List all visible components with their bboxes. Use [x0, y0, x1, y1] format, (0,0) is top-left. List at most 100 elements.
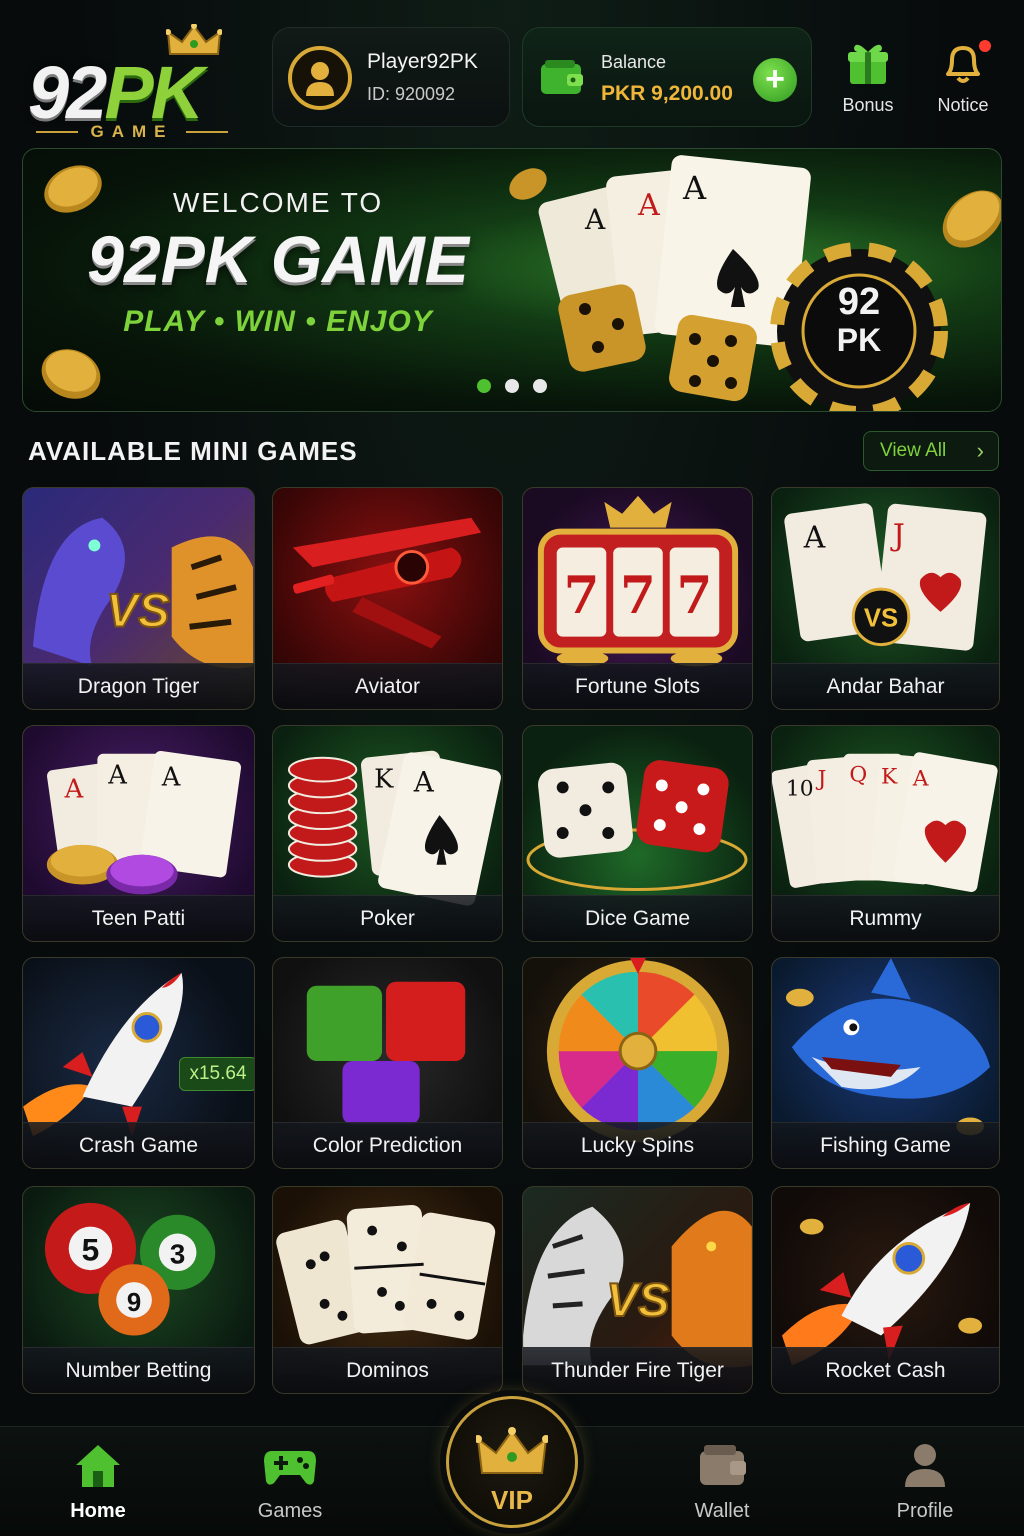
game-title: Number Betting [23, 1347, 254, 1393]
app-root: 92PK GAME Player92PK ID: 920092 Balance … [0, 0, 1024, 1536]
svg-text:5: 5 [82, 1231, 100, 1267]
svg-text:3: 3 [170, 1238, 185, 1269]
app-logo[interactable]: 92PK GAME [22, 24, 252, 142]
logo-subtitle: GAME [22, 122, 242, 142]
game-title: Fortune Slots [523, 663, 752, 709]
notice-button[interactable]: Notice [918, 40, 1008, 116]
svg-text:K: K [881, 764, 898, 789]
view-all-label: View All [880, 440, 947, 461]
game-title: Rocket Cash [772, 1347, 999, 1393]
nav-item-home[interactable]: Home [43, 1441, 153, 1523]
player-card[interactable]: Player92PK ID: 920092 [272, 27, 510, 127]
svg-text:A: A [584, 203, 606, 236]
svg-text:A: A [107, 760, 127, 790]
svg-text:A: A [803, 520, 826, 555]
notice-label: Notice [937, 95, 989, 115]
game-title: Poker [273, 895, 502, 941]
bonus-label: Bonus [842, 95, 894, 115]
game-card-dominos[interactable]: Dominos [272, 1186, 503, 1394]
crown-icon [476, 1427, 548, 1474]
nav-label: Games [257, 1500, 323, 1522]
carousel-dot[interactable] [533, 379, 547, 393]
svg-text:A: A [912, 766, 929, 791]
gift-icon [848, 44, 888, 84]
carousel-dots [477, 379, 547, 393]
gamepad-icon [264, 1451, 316, 1485]
svg-text:A: A [682, 169, 707, 207]
game-card-rocket-cash[interactable]: Rocket Cash [771, 1186, 1000, 1394]
user-icon [306, 62, 334, 96]
add-funds-button[interactable]: + [753, 58, 797, 102]
balance-label: Balance [601, 52, 667, 72]
promo-banner[interactable]: WELCOME TO 92PK GAME PLAY • WIN • ENJOY … [22, 148, 1002, 412]
game-card-fortune-slots[interactable]: 7 7 7 Fortune Slots [522, 487, 753, 710]
svg-text:7: 7 [620, 566, 656, 626]
game-title: Color Prediction [273, 1122, 502, 1168]
svg-text:A: A [637, 188, 660, 223]
chip-text-top: 92 [838, 281, 880, 323]
svg-text:A: A [161, 762, 181, 792]
multiplier-badge: x15.64 [179, 1057, 254, 1091]
game-title: Crash Game [23, 1122, 254, 1168]
game-card-number-betting[interactable]: 5 3 9 Number Betting [22, 1186, 255, 1394]
player-name: Player92PK [367, 50, 478, 73]
wallet-icon [700, 1445, 746, 1485]
bonus-button[interactable]: Bonus [823, 40, 913, 116]
avatar [288, 46, 352, 110]
game-card-poker[interactable]: K A Poker [272, 725, 503, 942]
nav-item-profile[interactable]: Profile [870, 1441, 980, 1523]
banner-title: 92PK GAME [87, 222, 469, 296]
game-title: Dragon Tiger [23, 663, 254, 709]
game-title: Teen Patti [23, 895, 254, 941]
nav-item-wallet[interactable]: Wallet [667, 1441, 777, 1523]
vip-label: VIP [491, 1485, 533, 1515]
svg-text:VS: VS [106, 585, 170, 638]
nav-label: Home [70, 1500, 126, 1522]
wallet-icon [541, 60, 583, 94]
home-icon [76, 1445, 120, 1487]
banner-tagline: PLAY • WIN • ENJOY [123, 305, 433, 338]
game-card-andar-bahar[interactable]: A J VS Andar Bahar [771, 487, 1000, 710]
view-all-button[interactable]: View All › [863, 431, 999, 471]
balance-card[interactable]: Balance PKR 9,200.00 + [522, 27, 812, 127]
chevron-right-icon: › [976, 438, 984, 463]
game-title: Dominos [273, 1347, 502, 1393]
svg-text:K: K [374, 764, 394, 794]
svg-text:Q: Q [849, 762, 867, 787]
game-title: Aviator [273, 663, 502, 709]
game-card-rummy[interactable]: 10 J Q K A Rummy [771, 725, 1000, 942]
carousel-dot[interactable] [505, 379, 519, 393]
svg-text:A: A [64, 774, 84, 804]
svg-text:J: J [816, 766, 827, 791]
game-title: Dice Game [523, 895, 752, 941]
game-card-fishing[interactable]: Fishing Game [771, 957, 1000, 1169]
svg-text:7: 7 [677, 566, 713, 626]
game-title: Thunder Fire Tiger [523, 1347, 752, 1393]
player-id: ID: 920092 [367, 84, 456, 104]
nav-item-vip[interactable]: VIP [446, 1396, 578, 1528]
game-title: Fishing Game [772, 1122, 999, 1168]
nav-label: Profile [896, 1500, 954, 1522]
game-card-teen-patti[interactable]: A A A Teen Patti [22, 725, 255, 942]
game-card-color-prediction[interactable]: Color Prediction [272, 957, 503, 1169]
nav-label: Wallet [694, 1500, 750, 1522]
game-card-crash[interactable]: x15.64 Crash Game [22, 957, 255, 1169]
game-card-dice[interactable]: Dice Game [522, 725, 753, 942]
game-card-thunder-fire-tiger[interactable]: VS Thunder Fire Tiger [522, 1186, 753, 1394]
game-title: Lucky Spins [523, 1122, 752, 1168]
game-card-aviator[interactable]: Aviator [272, 487, 503, 710]
user-icon [905, 1444, 945, 1487]
game-title: Rummy [772, 895, 999, 941]
svg-text:7: 7 [564, 566, 600, 626]
svg-text:A: A [413, 765, 435, 798]
chip-text-bottom: PK [837, 322, 881, 358]
game-card-lucky-spins[interactable]: Lucky Spins [522, 957, 753, 1169]
notification-dot [979, 40, 991, 52]
section-title: AVAILABLE MINI GAMES [28, 436, 358, 466]
svg-text:VS: VS [606, 1274, 670, 1327]
nav-item-games[interactable]: Games [235, 1441, 345, 1523]
game-card-dragon-tiger[interactable]: VS Dragon Tiger [22, 487, 255, 710]
svg-text:9: 9 [127, 1289, 141, 1317]
game-title: Andar Bahar [772, 663, 999, 709]
carousel-dot[interactable] [477, 379, 491, 393]
